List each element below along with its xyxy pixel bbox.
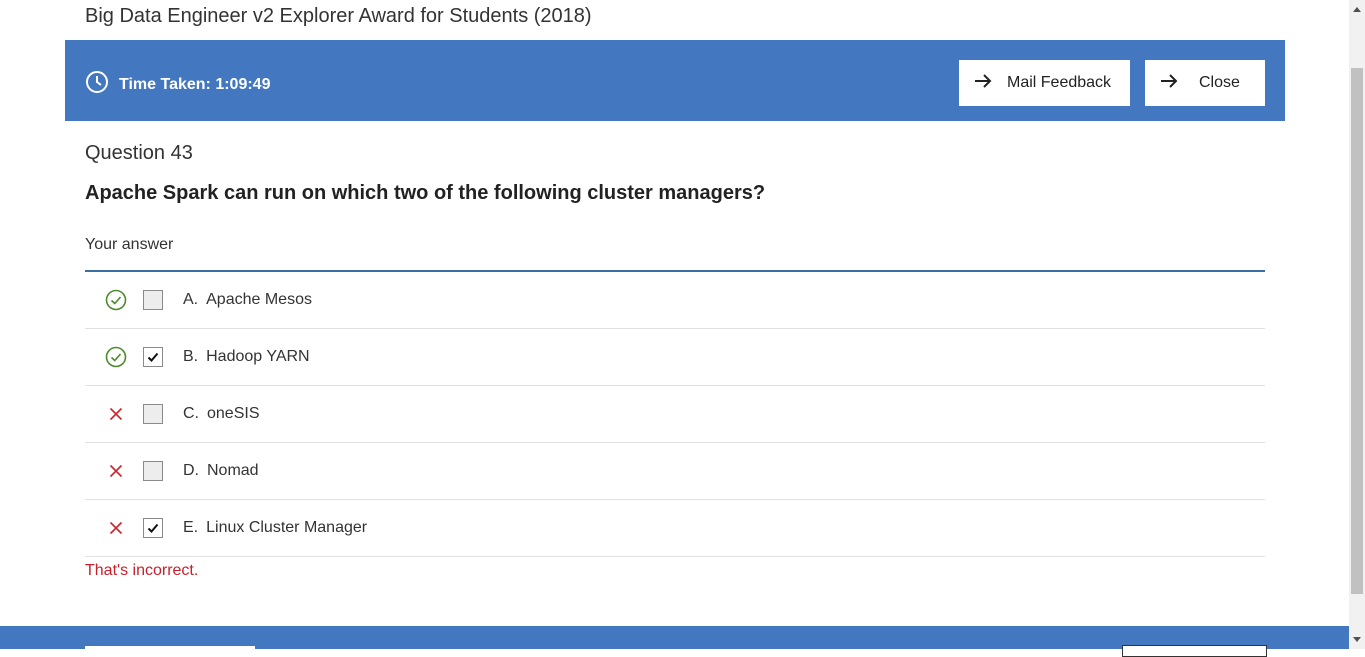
option-label: oneSIS [207,405,260,422]
arrow-right-icon [973,71,1007,96]
option-b-checkbox[interactable] [143,347,163,367]
time-taken: Time Taken: 1:09:49 [85,70,270,99]
option-d: D. Nomad [85,443,1265,500]
option-label: Hadoop YARN [206,348,310,365]
correct-check-icon [105,289,127,311]
correct-check-icon [105,346,127,368]
option-d-text: D. Nomad [183,462,259,480]
result-message: That's incorrect. [85,562,199,579]
incorrect-x-icon [105,460,127,482]
footer-button-left[interactable] [85,646,255,656]
close-button[interactable]: Close [1145,60,1265,106]
option-label: Linux Cluster Manager [206,519,368,536]
question-text: Apache Spark can run on which two of the… [85,182,766,204]
question-number: Question 43 [85,142,193,164]
option-c-checkbox[interactable] [143,404,163,424]
option-letter: A. [183,291,199,308]
option-d-checkbox[interactable] [143,461,163,481]
option-c-text: C. oneSIS [183,405,259,423]
option-b: B. Hadoop YARN [85,329,1265,386]
option-label: Nomad [207,462,259,479]
scrollbar-thumb[interactable] [1351,68,1363,594]
incorrect-x-icon [105,517,127,539]
close-label: Close [1199,74,1240,91]
option-e-checkbox[interactable] [143,518,163,538]
option-letter: E. [183,519,199,536]
checkmark-icon [147,352,159,362]
option-b-text: B. Hadoop YARN [183,348,310,366]
option-letter: D. [183,462,199,479]
footer-button-right[interactable] [1122,645,1267,657]
option-a: A. Apache Mesos [85,272,1265,329]
answer-options: A. Apache Mesos B. Hadoop YARN C. oneSIS [85,272,1265,557]
incorrect-x-icon [105,403,127,425]
option-c: C. oneSIS [85,386,1265,443]
scroll-down-arrow-icon[interactable] [1353,637,1361,642]
mail-feedback-button[interactable]: Mail Feedback [959,60,1130,106]
your-answer-label: Your answer [85,236,174,253]
option-a-checkbox[interactable] [143,290,163,310]
vertical-scrollbar[interactable] [1349,0,1365,649]
option-letter: C. [183,405,199,422]
mail-feedback-label: Mail Feedback [1007,74,1112,91]
arrow-right-icon [1159,71,1193,96]
footer-bar [0,626,1349,657]
option-a-text: A. Apache Mesos [183,291,312,309]
checkmark-icon [147,523,159,533]
page-title: Big Data Engineer v2 Explorer Award for … [85,5,592,27]
header-banner: Time Taken: 1:09:49 Mail Feedback Close [65,40,1285,121]
clock-icon [85,70,119,99]
option-label: Apache Mesos [206,291,312,308]
option-e-text: E. Linux Cluster Manager [183,519,367,537]
option-letter: B. [183,348,199,365]
scroll-up-arrow-icon[interactable] [1353,7,1361,12]
time-taken-label: Time Taken: 1:09:49 [119,75,271,93]
option-e: E. Linux Cluster Manager [85,500,1265,557]
